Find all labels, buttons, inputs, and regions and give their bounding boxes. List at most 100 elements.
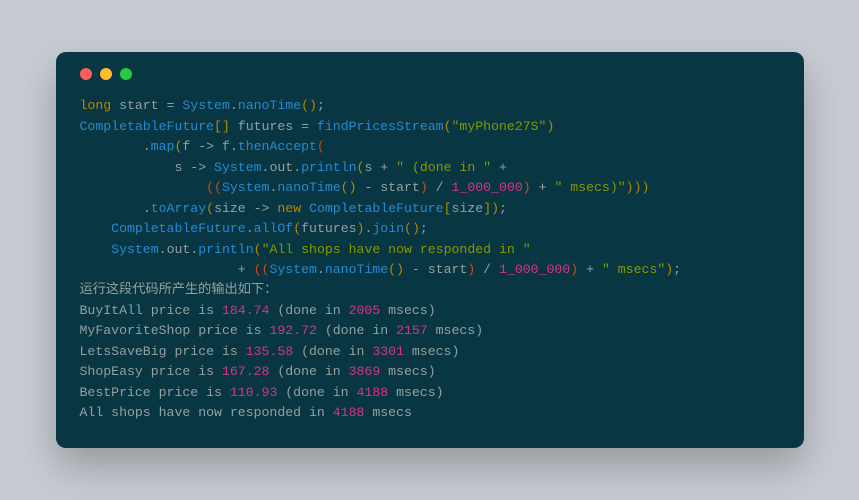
code-token: + (586, 262, 594, 277)
code-token: size (452, 201, 484, 216)
code-token (309, 119, 317, 134)
code-token (246, 262, 254, 277)
output-line: LetsSaveBig price is (80, 344, 246, 359)
code-token: ) (570, 262, 578, 277)
code-token: ( (206, 201, 214, 216)
code-token: () (341, 180, 357, 195)
output-final-ms: 4188 (333, 405, 365, 420)
code-token (388, 160, 396, 175)
code-token: . (317, 262, 325, 277)
code-token: [] (214, 119, 230, 134)
code-token: " msecs" (602, 262, 665, 277)
close-icon[interactable] (80, 68, 92, 80)
code-token: System (111, 242, 158, 257)
code-token: " (done in " (396, 160, 491, 175)
code-token: println (301, 160, 356, 175)
output-ms: 3869 (349, 364, 381, 379)
output-line: BestPrice price is (80, 385, 230, 400)
code-token: ( (293, 221, 301, 236)
code-token: () (404, 221, 420, 236)
output-price: 135.58 (246, 344, 293, 359)
code-token: long (80, 98, 112, 113)
code-token: println (198, 242, 253, 257)
code-token: [ (444, 201, 452, 216)
code-token: ( (317, 139, 325, 154)
code-token: s (364, 160, 380, 175)
code-token: "All shops have now responded in " (262, 242, 531, 257)
code-terminal: long start = System.nanoTime(); Completa… (56, 52, 804, 447)
minimize-icon[interactable] (100, 68, 112, 80)
code-token: out (167, 242, 191, 257)
code-token: -> (190, 160, 206, 175)
output-line: ShopEasy price is (80, 364, 222, 379)
code-token: / (483, 262, 491, 277)
code-token: + (380, 160, 388, 175)
code-token: CompletableFuture (111, 221, 246, 236)
code-token: f (214, 139, 230, 154)
code-token: . (159, 242, 167, 257)
code-token: System (269, 262, 316, 277)
output-ms: 3301 (372, 344, 404, 359)
output-price: 110.93 (230, 385, 277, 400)
code-token: CompletableFuture (80, 119, 215, 134)
output-final: All shops have now responded in (80, 405, 333, 420)
code-token: . (246, 221, 254, 236)
code-token (206, 160, 214, 175)
code-token: futures (301, 221, 356, 236)
code-token: ( (254, 242, 262, 257)
output-price: 192.72 (269, 323, 316, 338)
code-token (475, 262, 483, 277)
code-token: ; (499, 201, 507, 216)
output-ms: 2157 (396, 323, 428, 338)
code-token: map (151, 139, 175, 154)
code-token: findPricesStream (317, 119, 444, 134)
output-price: 184.74 (222, 303, 269, 318)
code-token: out (269, 160, 293, 175)
code-token: + (499, 160, 507, 175)
code-token (301, 201, 309, 216)
code-token: () (388, 262, 404, 277)
code-token: nanoTime (277, 180, 340, 195)
code-token: (( (254, 262, 270, 277)
code-token: futures (230, 119, 301, 134)
code-token: ( (444, 119, 452, 134)
zoom-icon[interactable] (120, 68, 132, 80)
code-token: thenAccept (238, 139, 317, 154)
code-token: . (293, 160, 301, 175)
code-token: + (539, 180, 547, 195)
output-price: 167.28 (222, 364, 269, 379)
code-token: allOf (254, 221, 294, 236)
code-token (531, 180, 539, 195)
code-token: (( (206, 180, 222, 195)
output-ms: 4188 (357, 385, 389, 400)
code-token: ))) (626, 180, 650, 195)
code-token: ) (420, 180, 428, 195)
code-token: start (372, 180, 419, 195)
code-token: . (143, 139, 151, 154)
code-token (80, 262, 238, 277)
code-token: ]) (483, 201, 499, 216)
code-token: - (412, 262, 420, 277)
code-token: ) (546, 119, 554, 134)
code-token (428, 180, 436, 195)
code-token: ; (673, 262, 681, 277)
code-token: + (238, 262, 246, 277)
code-token: join (372, 221, 404, 236)
code-token: toArray (151, 201, 206, 216)
code-token (594, 262, 602, 277)
code-token (80, 221, 112, 236)
code-token (578, 262, 586, 277)
code-token (80, 139, 143, 154)
code-token: . (143, 201, 151, 216)
code-token (491, 262, 499, 277)
code-token: -> (254, 201, 270, 216)
code-token: nanoTime (325, 262, 388, 277)
code-token: 1_000_000 (452, 180, 523, 195)
code-token: -> (198, 139, 214, 154)
code-token (491, 160, 499, 175)
code-token (444, 180, 452, 195)
code-token: ; (317, 98, 325, 113)
code-token: . (230, 139, 238, 154)
code-token: 1_000_000 (499, 262, 570, 277)
code-token: nanoTime (238, 98, 301, 113)
